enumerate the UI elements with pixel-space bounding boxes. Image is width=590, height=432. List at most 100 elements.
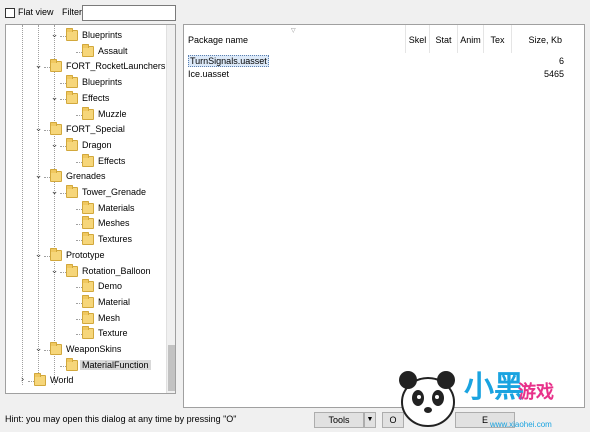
tree-node[interactable]: Meshes <box>6 216 166 232</box>
package-row[interactable]: TurnSignals.uasset 6 <box>184 55 584 68</box>
tree-node[interactable]: ⌄ FORT_Special <box>6 122 166 138</box>
tree-node-label: Effects <box>98 155 126 166</box>
tree-node[interactable]: Assault <box>6 43 166 60</box>
flat-view-label: Flat view <box>18 7 54 17</box>
tree-node-label: Blueprints <box>82 77 123 88</box>
tree-node[interactable]: Materials <box>6 200 166 217</box>
chevron-down-icon[interactable]: ⌄ <box>34 250 43 260</box>
folder-icon <box>50 59 62 73</box>
folder-icon <box>82 43 94 57</box>
tree-node-label: Muzzle <box>98 108 127 119</box>
folder-icon <box>66 90 78 104</box>
tree-node-label: Meshes <box>98 218 130 229</box>
flat-view-checkbox[interactable] <box>5 8 15 18</box>
col-header-tex[interactable]: Tex <box>484 25 512 53</box>
tree-node[interactable]: ⌄ FORT_RocketLaunchers <box>6 59 166 75</box>
tree-node-label: Effects <box>82 92 110 103</box>
tree-node-label: Demo <box>98 281 123 292</box>
folder-icon <box>66 263 78 277</box>
tree-node[interactable]: ⌄ WeaponSkins <box>6 342 166 358</box>
folder-tree[interactable]: ⌄ Blueprints Assault ⌄ FORT_RocketLaunchers B… <box>5 24 176 394</box>
package-list[interactable]: Package name ▽ Skel Stat Anim Tex Size, … <box>183 24 585 408</box>
tree-node-label: MaterialFunction <box>80 359 151 370</box>
tree-node[interactable]: Material <box>6 294 166 311</box>
folder-icon <box>50 342 62 355</box>
tools-dropdown-icon[interactable]: ▼ <box>364 412 376 428</box>
tree-node[interactable]: ⌄ Tower_Grenade <box>6 185 166 201</box>
tree-node[interactable]: Muzzle <box>6 106 166 123</box>
chevron-down-icon[interactable]: ⌄ <box>34 125 43 134</box>
folder-icon <box>82 153 94 167</box>
tree-node[interactable]: ⌄ Rotation_Balloon <box>6 263 166 280</box>
tree-node-label: Textures <box>98 234 133 245</box>
chevron-right-icon[interactable]: › <box>18 376 27 385</box>
tree-node-label: Prototype <box>66 249 105 260</box>
tree-node[interactable]: ⌄ Grenades <box>6 169 166 185</box>
tree-node-label: Tower_Grenade <box>82 187 147 197</box>
folder-icon <box>82 106 94 120</box>
folder-icon <box>50 247 62 261</box>
watermark-logo: 小黑 游戏 www.xiaohei.com <box>392 356 590 432</box>
tree-node-label: Blueprints <box>82 30 123 40</box>
folder-icon <box>50 169 62 183</box>
col-header-skel[interactable]: Skel <box>406 25 430 53</box>
tree-node[interactable]: MaterialFunction <box>6 357 166 374</box>
col-header-stat[interactable]: Stat <box>430 25 458 53</box>
chevron-down-icon[interactable]: ⌄ <box>34 345 43 354</box>
tree-node-label: WeaponSkins <box>66 344 122 354</box>
tree-node[interactable]: Textures <box>6 232 166 248</box>
filter-input[interactable] <box>82 5 176 21</box>
folder-icon <box>50 122 62 136</box>
tree-node-label: Mesh <box>98 312 121 323</box>
tree-scrollbar[interactable] <box>166 25 175 393</box>
tree-node-label: Material <box>98 296 131 307</box>
tree-node-label: World <box>50 375 74 386</box>
tree-node-label: Assault <box>98 45 128 56</box>
chevron-down-icon[interactable]: ⌄ <box>34 62 43 71</box>
watermark-title: 小黑 <box>464 370 524 405</box>
folder-icon <box>34 373 46 387</box>
package-size-cell: 5465 <box>543 69 564 79</box>
tree-node[interactable]: ⌄ Blueprints <box>6 28 166 44</box>
tree-node[interactable]: ⌄ Effects <box>6 90 166 107</box>
tree-scroll-thumb[interactable] <box>168 345 175 391</box>
chevron-down-icon[interactable]: ⌄ <box>34 172 43 181</box>
tree-node[interactable]: ⌄ Prototype <box>6 247 166 264</box>
tree-node-label: FORT_RocketLaunchers <box>66 61 166 72</box>
folder-icon <box>82 232 94 246</box>
tree-node-label: Dragon <box>82 139 112 150</box>
chevron-down-icon[interactable]: ⌄ <box>50 93 59 103</box>
tree-node[interactable]: Mesh <box>6 310 166 327</box>
col-header-size[interactable]: Size, Kb <box>512 25 564 53</box>
watermark-subtitle: 游戏 <box>518 382 554 403</box>
watermark-url: www.xiaohei.com <box>490 420 552 429</box>
tree-node[interactable]: Effects <box>6 153 166 170</box>
tree-node-label: Texture <box>98 328 128 339</box>
col-header-anim[interactable]: Anim <box>458 25 484 53</box>
tools-button[interactable]: Tools <box>314 412 364 428</box>
folder-icon <box>66 357 78 371</box>
folder-icon <box>82 310 94 324</box>
folder-icon <box>66 75 78 89</box>
folder-icon <box>82 279 94 293</box>
sort-arrow-icon: ▽ <box>291 28 296 34</box>
folder-icon <box>82 200 94 214</box>
panda-icon <box>399 371 455 427</box>
toolbar: Flat view Filter: <box>0 0 590 24</box>
package-row[interactable]: Ice.uasset 5465 <box>184 68 584 81</box>
tree-node[interactable]: ⌄ Dragon <box>6 137 166 154</box>
folder-icon <box>66 28 78 41</box>
chevron-down-icon[interactable]: ⌄ <box>50 188 59 197</box>
tree-node[interactable]: Demo <box>6 279 166 295</box>
tree-node[interactable]: › World <box>6 373 166 389</box>
tree-node-label: Materials <box>98 202 135 213</box>
chevron-down-icon[interactable]: ⌄ <box>50 140 59 150</box>
folder-icon <box>66 137 78 151</box>
chevron-down-icon[interactable]: ⌄ <box>50 31 59 40</box>
tree-node-label: FORT_Special <box>66 124 125 135</box>
chevron-down-icon[interactable]: ⌄ <box>50 266 59 276</box>
tree-node-label: Rotation_Balloon <box>82 265 151 276</box>
tree-node[interactable]: Texture <box>6 326 166 342</box>
tree-node[interactable]: Blueprints <box>6 75 166 91</box>
tree-node-label: Grenades <box>66 171 106 182</box>
